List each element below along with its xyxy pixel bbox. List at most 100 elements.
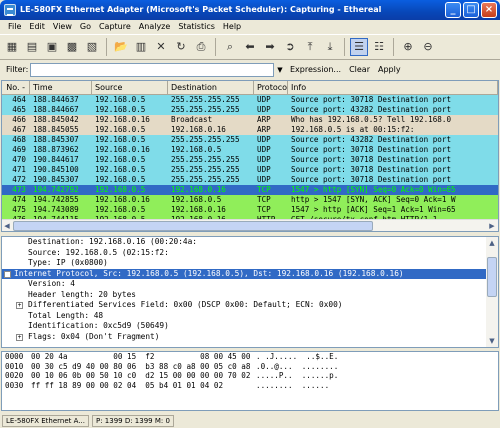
packet-row[interactable]: 466 188.845042 192.168.0.16 Broadcast ARP Who…: [2, 115, 498, 125]
detail-tree-item[interactable]: Total Length: 48: [2, 311, 498, 322]
packet-row[interactable]: 471 190.845100 192.168.0.5 255.255.255.255 U…: [2, 165, 498, 175]
expand-icon[interactable]: +: [16, 333, 23, 341]
detail-tree-item[interactable]: + Flags: 0x04 (Don't Fragment): [2, 332, 498, 343]
zoom-in-icon[interactable]: ⊕: [399, 38, 417, 56]
column-time[interactable]: Time: [30, 81, 92, 94]
packet-source-cell: 192.168.0.5: [95, 205, 146, 214]
scroll-left-icon[interactable]: ◀: [2, 220, 13, 231]
menu-capture[interactable]: Capture: [95, 20, 135, 34]
scroll-right-icon[interactable]: ▶: [486, 220, 498, 231]
stop-capture-icon[interactable]: ▩: [63, 38, 81, 56]
detail-tree-item[interactable]: Source: 192.168.0.5 (02:15:f2:: [2, 248, 498, 259]
hex-line[interactable]: 0020 00 10 06 0b 00 50 10 c0 d2 15 00 00 …: [2, 371, 498, 381]
packet-row[interactable]: 464 188.844637 192.168.0.5 255.255.255.255 U…: [2, 95, 498, 105]
packet-info-cell: 1547 > http [SYN] Seq=0 Ack=0 Win=65: [291, 185, 456, 194]
detail-tree-item[interactable]: Destination: 192.168.0.16 (00:20:4a:: [2, 237, 498, 248]
chevron-down-icon[interactable]: ▼: [274, 63, 286, 77]
collapse-icon[interactable]: -: [4, 270, 11, 278]
colorize-icon[interactable]: ☰: [350, 38, 368, 56]
packet-row[interactable]: 474 194.742855 192.168.0.16 192.168.0.5 TCP h…: [2, 195, 498, 205]
menu-statistics[interactable]: Statistics: [174, 20, 219, 34]
packet-bytes-pane[interactable]: 0000 00 20 4a 00 15 f2 08 00 45 00 . .J...…: [1, 351, 499, 411]
packet-no-cell: 473: [12, 185, 26, 194]
column-destination[interactable]: Destination: [168, 81, 254, 94]
packet-source-cell: 192.168.0.5: [95, 135, 146, 144]
packet-row[interactable]: 469 188.873962 192.168.0.16 192.168.0.5 UDP S…: [2, 145, 498, 155]
column-protocol[interactable]: Protocol: [254, 81, 288, 94]
hex-line[interactable]: 0010 00 30 c5 d9 40 00 80 06 b3 88 c0 a8 …: [2, 362, 498, 372]
packet-row[interactable]: 470 190.844617 192.168.0.5 255.255.255.255 U…: [2, 155, 498, 165]
toolbar-separator: [344, 38, 345, 56]
column-info[interactable]: Info: [288, 81, 498, 94]
horizontal-scrollbar[interactable]: ◀ ▶: [2, 219, 498, 231]
capture-options-icon[interactable]: ▤: [23, 38, 41, 56]
hex-offset: 0020: [5, 371, 24, 380]
packet-info-cell: Source port: 30718 Destination port: [291, 165, 452, 174]
restart-capture-icon[interactable]: ▧: [83, 38, 101, 56]
packet-protocol-cell: UDP: [257, 105, 271, 114]
clear-button[interactable]: Clear: [345, 65, 374, 74]
packet-info-cell: Source port: 30718 Destination port: [291, 145, 452, 154]
packet-source-cell: 192.168.0.5: [95, 175, 146, 184]
packet-destination-cell: 192.168.0.5: [171, 195, 222, 204]
main-toolbar: ▦ ▤ ▣ ▩ ▧ 📂 ▥ ✕ ↻ ⎙ ⌕ ⬅ ➡ ➲ ⤒ ⤓ ☰ ☷ ⊕ ⊖: [0, 34, 500, 60]
packet-row[interactable]: 465 188.844667 192.168.0.5 255.255.255.255 U…: [2, 105, 498, 115]
back-icon[interactable]: ⬅: [241, 38, 259, 56]
menu-edit[interactable]: Edit: [25, 20, 49, 34]
packet-time-cell: 188.845307: [33, 135, 79, 144]
packet-row[interactable]: 475 194.743089 192.168.0.5 192.168.0.16 TCP 1…: [2, 205, 498, 215]
detail-text: Source: 192.168.0.5 (02:15:f2:: [28, 247, 169, 257]
expression-button[interactable]: Expression...: [286, 65, 345, 74]
first-packet-icon[interactable]: ⤒: [301, 38, 319, 56]
packet-row[interactable]: 467 188.845055 192.168.0.5 192.168.0.16 ARP 1…: [2, 125, 498, 135]
packet-row[interactable]: 473 194.742792 192.168.0.5 192.168.0.16 TCP 1…: [2, 185, 498, 195]
goto-icon[interactable]: ➲: [281, 38, 299, 56]
scrollbar-thumb[interactable]: [13, 221, 373, 231]
packet-row[interactable]: 468 188.845307 192.168.0.5 255.255.255.255 U…: [2, 135, 498, 145]
vertical-scrollbar[interactable]: ▲ ▼: [486, 237, 498, 347]
packet-details-pane[interactable]: Destination: 192.168.0.16 (00:20:4a: Sour…: [1, 236, 499, 348]
close-file-icon[interactable]: ✕: [152, 38, 170, 56]
close-button[interactable]: ×: [481, 2, 497, 18]
detail-tree-item[interactable]: - Internet Protocol, Src: 192.168.0.5 (19…: [2, 268, 498, 279]
detail-tree-item[interactable]: + Differentiated Services Field: 0x00 (DS…: [2, 300, 498, 311]
menu-file[interactable]: File: [4, 20, 25, 34]
reload-icon[interactable]: ↻: [172, 38, 190, 56]
zoom-out-icon[interactable]: ⊖: [419, 38, 437, 56]
detail-tree-item[interactable]: Type: IP (0x0800): [2, 258, 498, 269]
find-icon[interactable]: ⌕: [221, 38, 239, 56]
interface-list-icon[interactable]: ▦: [3, 38, 21, 56]
start-capture-icon[interactable]: ▣: [43, 38, 61, 56]
detail-tree-item[interactable]: Header length: 20 bytes: [2, 290, 498, 301]
apply-button[interactable]: Apply: [374, 65, 405, 74]
menu-help[interactable]: Help: [219, 20, 245, 34]
last-packet-icon[interactable]: ⤓: [321, 38, 339, 56]
menu-view[interactable]: View: [49, 20, 76, 34]
minimize-button[interactable]: _: [445, 2, 461, 18]
packet-row[interactable]: 472 190.845307 192.168.0.5 255.255.255.255 U…: [2, 175, 498, 185]
scroll-down-icon[interactable]: ▼: [486, 335, 498, 347]
detail-text: Version: 4: [28, 279, 75, 288]
packet-list[interactable]: No. - Time Source Destination Protocol I…: [1, 80, 499, 232]
column-source[interactable]: Source: [92, 81, 168, 94]
detail-tree-item[interactable]: Version: 4: [2, 279, 498, 290]
menu-go[interactable]: Go: [76, 20, 95, 34]
menu-analyze[interactable]: Analyze: [135, 20, 175, 34]
autoscroll-icon[interactable]: ☷: [370, 38, 388, 56]
forward-icon[interactable]: ➡: [261, 38, 279, 56]
open-icon[interactable]: 📂: [112, 38, 130, 56]
save-icon[interactable]: ▥: [132, 38, 150, 56]
expand-icon[interactable]: +: [16, 302, 23, 309]
packet-info-cell: Source port: 30718 Destination port: [291, 95, 452, 104]
print-icon[interactable]: ⎙: [192, 38, 210, 56]
detail-tree-item[interactable]: Identification: 0xc5d9 (50649): [2, 321, 498, 332]
maximize-button[interactable]: □: [463, 2, 479, 18]
scrollbar-thumb[interactable]: [487, 257, 497, 297]
hex-line[interactable]: 0000 00 20 4a 00 15 f2 08 00 45 00 . .J...…: [2, 352, 498, 362]
filter-input[interactable]: [30, 62, 274, 77]
packet-no-cell: 475: [12, 205, 26, 214]
column-no[interactable]: No. -: [2, 81, 30, 94]
hex-line[interactable]: 0030 ff ff 18 89 00 00 02 04 05 b4 01 01 …: [2, 381, 498, 391]
scroll-up-icon[interactable]: ▲: [486, 237, 498, 249]
packet-protocol-cell: UDP: [257, 145, 271, 154]
